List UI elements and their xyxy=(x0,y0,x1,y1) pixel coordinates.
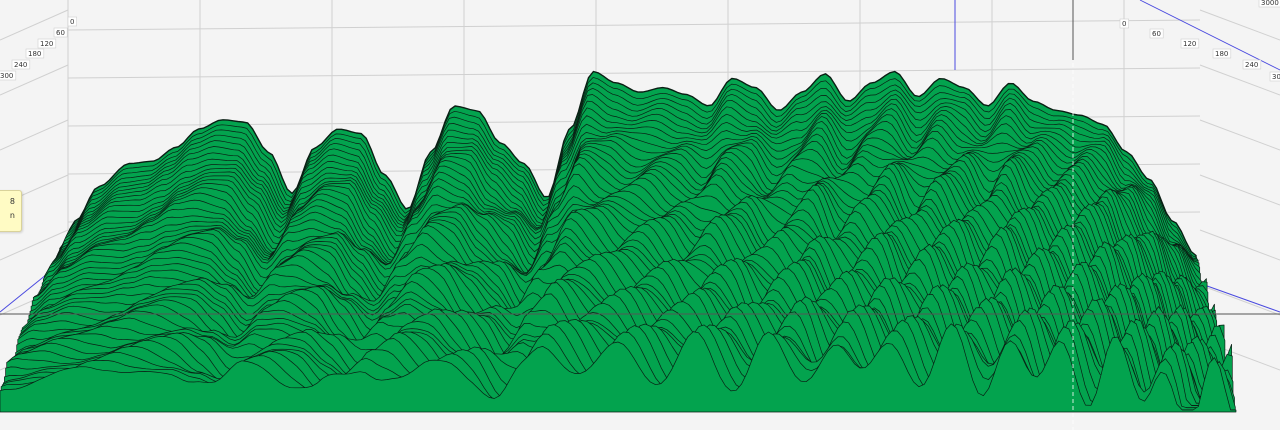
tooltip-line-2: n xyxy=(9,211,15,220)
left-axis-tick-label: 240 xyxy=(14,61,27,69)
grid-line xyxy=(0,119,69,151)
tooltip-line-1: 8 xyxy=(9,197,15,206)
right-axis-tick-label: 240 xyxy=(1245,61,1258,69)
right-axis-tick-label: 60 xyxy=(1152,30,1161,38)
left-axis-tick-label: 120 xyxy=(40,40,53,48)
grid-line xyxy=(1199,9,1280,41)
left-axis-tick-label: 180 xyxy=(28,50,41,58)
left-axis-tick-label: 300 xyxy=(0,72,13,80)
waterfall-surface xyxy=(0,70,1237,413)
right-axis-tick-label: 0 xyxy=(1122,20,1126,28)
right-axis-tick-label: 300 xyxy=(1272,73,1280,81)
right-axis-tick-label: 120 xyxy=(1183,40,1196,48)
grid-line xyxy=(67,67,1201,79)
grid-line xyxy=(1199,174,1280,206)
left-axis-tick-label: 0 xyxy=(70,18,74,26)
grid-line xyxy=(67,19,1201,31)
grid-line xyxy=(1199,229,1280,261)
grid-line xyxy=(1199,119,1280,151)
top-right-label: 3000 xyxy=(1261,0,1279,7)
right-axis-tick-label: 180 xyxy=(1215,50,1228,58)
tooltip-note: 8 n xyxy=(0,190,22,232)
left-axis-tick-label: 60 xyxy=(56,29,65,37)
grid-line xyxy=(1199,64,1280,96)
waterfall-plot: 0601201802403000601201802403003000 xyxy=(0,0,1280,430)
